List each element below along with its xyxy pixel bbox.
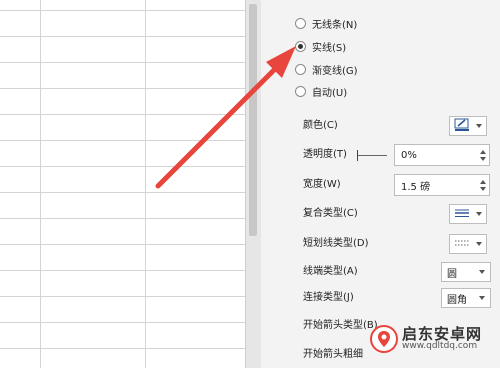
width-value[interactable]: 1.5 磅 <box>395 178 477 193</box>
slider-handle[interactable] <box>357 150 358 161</box>
watermark-name: 启东安卓网 <box>402 324 483 343</box>
row-divider <box>0 192 245 193</box>
transparency-stepper[interactable]: 0% <box>394 144 490 166</box>
transparency-label: 透明度(T) <box>303 149 347 160</box>
radio-solid-line[interactable]: 实线(S) <box>295 37 346 55</box>
watermark-url: www.qdltdq.com <box>402 341 478 352</box>
dashed-line-icon <box>454 237 470 252</box>
width-stepper[interactable]: 1.5 磅 <box>394 174 490 196</box>
spreadsheet-grid[interactable] <box>0 0 245 368</box>
row-divider <box>0 140 245 141</box>
chevron-down-icon <box>476 124 482 128</box>
row-divider <box>0 114 245 115</box>
row-divider <box>0 270 245 271</box>
chevron-down-icon <box>476 242 482 246</box>
cap-type-select[interactable]: 圆 <box>441 262 491 282</box>
spin-arrows[interactable] <box>477 149 489 161</box>
color-picker-button[interactable] <box>449 116 487 136</box>
watermark-text: 启东安卓网 www.qdltdq.com <box>402 326 482 352</box>
join-type-value: 圆角 <box>447 294 467 306</box>
radio-label: 无线条(N) <box>312 19 358 31</box>
begin-arrow-type-label: 开始箭头类型(B) <box>303 320 378 331</box>
row-divider <box>0 166 245 167</box>
chevron-down-icon[interactable] <box>480 156 486 161</box>
dash-type-label: 短划线类型(D) <box>303 238 369 249</box>
radio-button[interactable] <box>295 85 306 97</box>
join-type-label: 连接类型(J) <box>303 292 354 303</box>
vertical-scrollbar[interactable] <box>245 0 261 368</box>
width-label: 宽度(W) <box>303 179 341 190</box>
pen-icon <box>454 118 470 135</box>
format-line-pane: 无线条(N) 实线(S) 渐变线(G) 自动(U) 颜色(C) 透明度(T) 0… <box>261 0 500 368</box>
row-divider <box>0 62 245 63</box>
radio-label: 渐变线(G) <box>312 65 358 77</box>
transparency-slider[interactable] <box>357 150 387 161</box>
row-divider <box>0 244 245 245</box>
compound-lines-icon <box>454 207 470 222</box>
radio-button-checked[interactable] <box>295 40 306 52</box>
column-divider <box>145 0 146 368</box>
chevron-down-icon <box>476 212 482 216</box>
row-divider <box>0 36 245 37</box>
join-type-select[interactable]: 圆角 <box>441 288 491 308</box>
chevron-down-icon <box>479 270 485 274</box>
row-divider <box>0 296 245 297</box>
radio-button[interactable] <box>295 63 306 75</box>
row-divider <box>0 348 245 349</box>
color-label: 颜色(C) <box>303 120 338 131</box>
column-divider <box>40 0 41 368</box>
cap-type-value: 圆 <box>447 268 457 280</box>
compound-type-label: 复合类型(C) <box>303 208 358 219</box>
radio-no-line[interactable]: 无线条(N) <box>295 14 357 32</box>
chevron-down-icon <box>479 296 485 300</box>
scrollbar-thumb[interactable] <box>249 4 257 236</box>
dash-type-dropdown[interactable] <box>449 234 487 254</box>
chevron-up-icon[interactable] <box>480 179 486 184</box>
chevron-down-icon[interactable] <box>480 186 486 191</box>
begin-arrow-size-label: 开始箭头粗细 <box>303 349 363 360</box>
watermark: 启东安卓网 www.qdltdq.com <box>370 325 482 353</box>
radio-button[interactable] <box>295 17 306 29</box>
radio-gradient-line[interactable]: 渐变线(G) <box>295 60 358 78</box>
chevron-up-icon[interactable] <box>480 149 486 154</box>
transparency-value[interactable]: 0% <box>395 150 477 161</box>
radio-label: 实线(S) <box>312 42 347 54</box>
row-divider <box>0 10 245 11</box>
row-divider <box>0 322 245 323</box>
radio-automatic[interactable]: 自动(U) <box>295 82 347 100</box>
spin-arrows[interactable] <box>477 179 489 191</box>
watermark-logo-icon <box>370 325 398 353</box>
cap-type-label: 线端类型(A) <box>303 266 358 277</box>
row-divider <box>0 88 245 89</box>
radio-label: 自动(U) <box>312 87 348 99</box>
compound-type-dropdown[interactable] <box>449 204 487 224</box>
row-divider <box>0 218 245 219</box>
